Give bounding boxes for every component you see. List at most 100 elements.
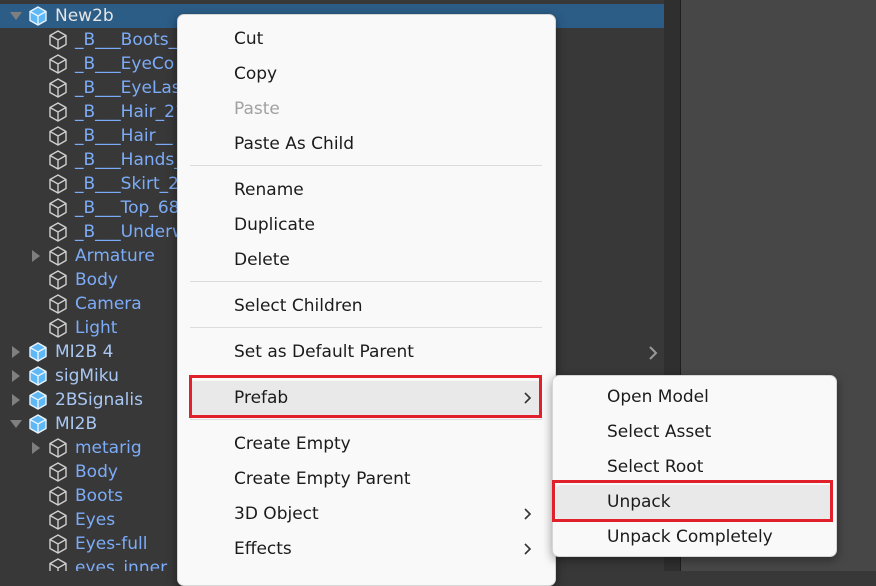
- gameobject-icon: [48, 30, 68, 50]
- hierarchy-row-label: eyes_inner: [75, 558, 168, 571]
- submenu-item-open-model[interactable]: Open Model: [556, 380, 833, 415]
- hierarchy-row-label: metarig: [75, 438, 142, 458]
- hierarchy-row-label: MI2B: [55, 414, 98, 434]
- gameobject-icon: [48, 54, 68, 74]
- gameobject-icon: [48, 150, 68, 170]
- submenu-item-select-asset[interactable]: Select Asset: [556, 415, 833, 450]
- prefab-icon: [28, 390, 48, 410]
- foldout-collapsed-icon[interactable]: [32, 442, 40, 454]
- menu-separator: [190, 419, 542, 420]
- menu-item-label: Rename: [234, 180, 304, 200]
- menu-item-label: Copy: [234, 64, 278, 84]
- hierarchy-row-label: _B___Top_68: [75, 198, 180, 218]
- menu-item-select-children[interactable]: Select Children: [190, 289, 542, 324]
- hierarchy-row-label: Light: [75, 318, 118, 338]
- menu-item-label: 3D Object: [234, 504, 319, 524]
- prefab-icon: [28, 6, 48, 26]
- gameobject-icon: [48, 558, 68, 571]
- gameobject-icon: [48, 534, 68, 554]
- menu-item-create-empty[interactable]: Create Empty: [190, 427, 542, 462]
- hierarchy-row-label: _B___Hair__: [75, 126, 173, 146]
- gameobject-icon: [48, 270, 68, 290]
- gameobject-icon: [48, 294, 68, 314]
- menu-item-prefab[interactable]: Prefab: [190, 381, 542, 416]
- menu-item-label: Create Empty: [234, 434, 351, 454]
- gameobject-icon: [48, 246, 68, 266]
- menu-item-3d-object[interactable]: 3D Object: [190, 497, 542, 532]
- menu-item-duplicate[interactable]: Duplicate: [190, 208, 542, 243]
- foldout-expanded-icon[interactable]: [10, 420, 22, 428]
- menu-item-label: Set as Default Parent: [234, 342, 414, 362]
- hierarchy-row-label: Boots: [75, 486, 123, 506]
- prefab-icon: [28, 342, 48, 362]
- menu-item-label: Cut: [234, 29, 264, 49]
- prefab-icon: [28, 366, 48, 386]
- submenu-item-unpack[interactable]: Unpack: [556, 485, 833, 520]
- chevron-right-icon: [524, 508, 532, 520]
- hierarchy-row-label: MI2B 4: [55, 342, 114, 362]
- prefab-submenu: Open Model Select Asset Select Root Unpa…: [552, 375, 837, 557]
- menu-item-copy[interactable]: Copy: [190, 57, 542, 92]
- menu-item-paste: Paste: [190, 92, 542, 127]
- menu-item-create-empty-parent[interactable]: Create Empty Parent: [190, 462, 542, 497]
- submenu-item-unpack-completely[interactable]: Unpack Completely: [556, 520, 833, 555]
- menu-item-label: Unpack: [607, 492, 671, 512]
- hierarchy-row-label: New2b: [55, 6, 114, 26]
- foldout-expanded-icon[interactable]: [10, 12, 22, 20]
- menu-item-set-default-parent[interactable]: Set as Default Parent: [190, 335, 542, 370]
- menu-item-label: Select Root: [607, 457, 704, 477]
- gameobject-icon: [48, 78, 68, 98]
- foldout-collapsed-icon[interactable]: [32, 250, 40, 262]
- menu-item-label: Create Empty Parent: [234, 469, 411, 489]
- foldout-collapsed-icon[interactable]: [12, 370, 20, 382]
- menu-item-label: Select Asset: [607, 422, 712, 442]
- prefab-icon: [28, 414, 48, 434]
- gameobject-icon: [48, 318, 68, 338]
- gameobject-icon: [48, 102, 68, 122]
- hierarchy-row-label: Eyes-full: [75, 534, 148, 554]
- menu-item-paste-as-child[interactable]: Paste As Child: [190, 127, 542, 162]
- menu-item-label: Prefab: [234, 388, 289, 408]
- hierarchy-row-label: Body: [75, 270, 118, 290]
- hierarchy-row-label: 2BSignalis: [55, 390, 143, 410]
- submenu-item-select-root[interactable]: Select Root: [556, 450, 833, 485]
- menu-item-label: Unpack Completely: [607, 527, 773, 547]
- menu-item-rename[interactable]: Rename: [190, 173, 542, 208]
- menu-item-label: Paste As Child: [234, 134, 355, 154]
- menu-item-label: Effects: [234, 539, 292, 559]
- menu-separator: [190, 165, 542, 166]
- hierarchy-row-label: Camera: [75, 294, 142, 314]
- menu-item-label: Select Children: [234, 296, 363, 316]
- gameobject-icon: [48, 462, 68, 482]
- gameobject-icon: [48, 510, 68, 530]
- chevron-right-icon: [524, 543, 532, 555]
- hierarchy-row-label: Armature: [75, 246, 155, 266]
- foldout-collapsed-icon[interactable]: [12, 346, 20, 358]
- hierarchy-row-label: _B___Hair_21: [75, 102, 186, 122]
- hierarchy-row-label: Body: [75, 462, 118, 482]
- foldout-collapsed-icon[interactable]: [12, 394, 20, 406]
- menu-separator: [190, 327, 542, 328]
- gameobject-icon: [48, 438, 68, 458]
- menu-separator: [190, 281, 542, 282]
- hierarchy-row-label: _B___EyeLas: [75, 78, 181, 98]
- gameobject-icon: [48, 174, 68, 194]
- context-menu: Cut Copy Paste Paste As Child Rename Dup…: [177, 14, 556, 586]
- menu-item-label: Duplicate: [234, 215, 315, 235]
- hierarchy-row-label: _B___Underw: [75, 222, 187, 242]
- hierarchy-row-label: _B___Boots_: [75, 30, 178, 50]
- gameobject-icon: [48, 126, 68, 146]
- menu-item-label: Delete: [234, 250, 290, 270]
- chevron-right-icon: [524, 392, 532, 404]
- menu-item-label: Paste: [234, 99, 280, 119]
- hierarchy-row-label: _B___Hands_: [75, 150, 183, 170]
- gameobject-icon: [48, 222, 68, 242]
- menu-item-delete[interactable]: Delete: [190, 243, 542, 278]
- chevron-right-icon: [649, 346, 658, 360]
- menu-item-effects[interactable]: Effects: [190, 532, 542, 567]
- hierarchy-row-label: _B___Skirt_2: [75, 174, 179, 194]
- gameobject-icon: [48, 198, 68, 218]
- hierarchy-row-label: Eyes: [75, 510, 116, 530]
- menu-item-cut[interactable]: Cut: [190, 22, 542, 57]
- hierarchy-row-label: sigMiku: [55, 366, 119, 386]
